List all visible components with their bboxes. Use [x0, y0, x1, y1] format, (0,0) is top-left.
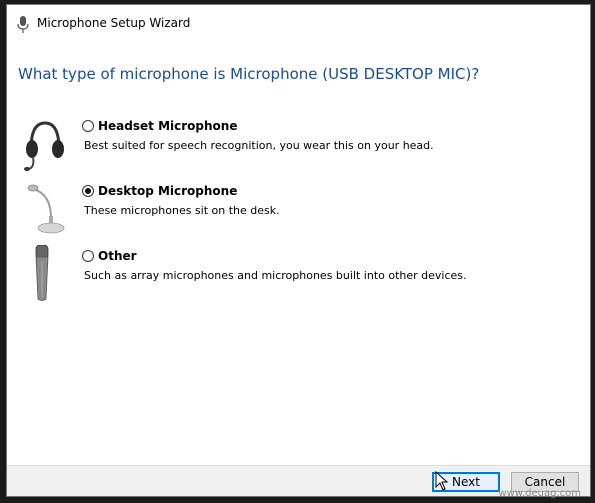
handheld-mic-icon: [35, 245, 49, 301]
option-label-desktop: Desktop Microphone: [98, 184, 238, 198]
option-headset[interactable]: Headset Microphone Best suited for speec…: [7, 119, 590, 179]
headset-icon: [24, 121, 64, 171]
desktop-mic-icon: [27, 184, 65, 234]
option-label-other: Other: [98, 249, 137, 263]
option-other[interactable]: Other Such as array microphones and micr…: [7, 245, 590, 309]
radio-desktop[interactable]: [82, 185, 94, 197]
window-title: Microphone Setup Wizard: [37, 16, 191, 30]
option-label-headset: Headset Microphone: [98, 119, 238, 133]
option-desc-other: Such as array microphones and microphone…: [84, 269, 467, 282]
option-desc-headset: Best suited for speech recognition, you …: [84, 139, 434, 152]
watermark: www.deuag.com: [498, 488, 581, 499]
radio-headset[interactable]: [82, 120, 94, 132]
title-bar: Microphone Setup Wizard: [7, 5, 590, 43]
mouse-cursor-icon: [435, 471, 449, 491]
setup-wizard-window: Microphone Setup Wizard What type of mic…: [6, 4, 591, 497]
microphone-icon: [17, 16, 29, 33]
radio-other[interactable]: [82, 250, 94, 262]
option-desc-desktop: These microphones sit on the desk.: [84, 204, 280, 217]
option-desktop[interactable]: Desktop Microphone These microphones sit…: [7, 184, 590, 244]
page-heading: What type of microphone is Microphone (U…: [18, 65, 480, 83]
